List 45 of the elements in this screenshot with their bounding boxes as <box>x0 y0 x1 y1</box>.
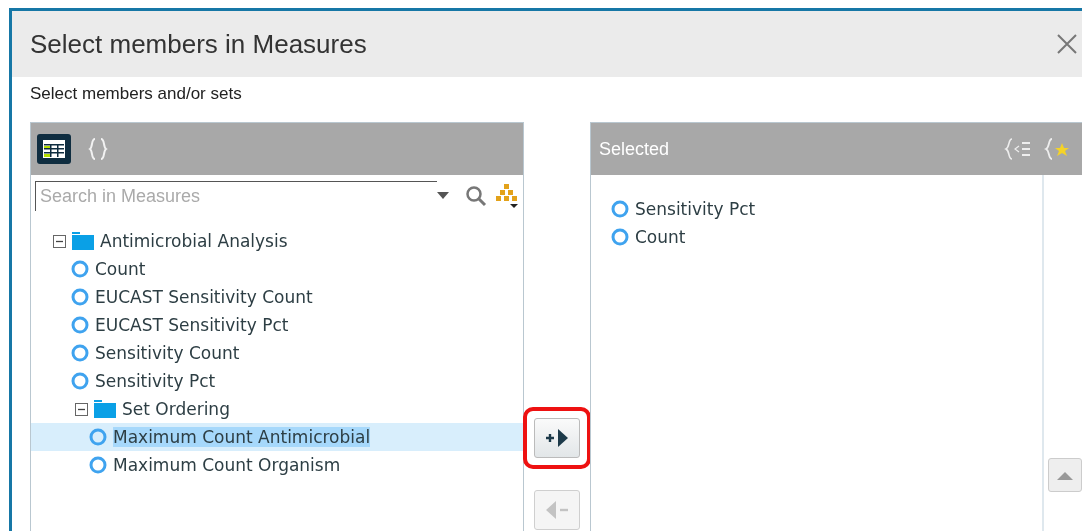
tree-row[interactable]: EUCAST Sensitivity Pct <box>31 311 523 339</box>
search-icon[interactable] <box>465 185 487 207</box>
member-label: EUCAST Sensitivity Pct <box>95 315 289 335</box>
close-icon[interactable] <box>1056 33 1078 55</box>
tree-row[interactable]: Maximum Count Antimicrobial <box>31 423 523 451</box>
instruction-text: Select members and/or sets <box>29 83 243 105</box>
up-triangle-icon <box>1057 470 1073 480</box>
dialog-title: Select members in Measures <box>30 28 367 60</box>
member-label: Count <box>95 259 146 279</box>
tree-row[interactable]: EUCAST Sensitivity Count <box>31 283 523 311</box>
table-icon[interactable] <box>37 134 71 164</box>
circle-icon <box>89 428 107 446</box>
member-label: Sensitivity Pct <box>95 371 216 391</box>
selected-item[interactable]: Count <box>635 227 686 247</box>
tree-folder[interactable]: Set Ordering <box>122 399 230 419</box>
dropdown-icon[interactable] <box>437 192 449 200</box>
member-label: EUCAST Sensitivity Count <box>95 287 313 307</box>
remove-arrow-icon <box>544 500 570 520</box>
tree-row[interactable]: Count <box>31 255 523 283</box>
member-label: Maximum Count Organism <box>113 455 341 475</box>
tree-row[interactable]: Maximum Count Organism <box>31 451 523 479</box>
member-label: Sensitivity Count <box>95 343 240 363</box>
tree-row[interactable]: Sensitivity Count <box>31 339 523 367</box>
collapse-icon[interactable] <box>75 402 88 416</box>
circle-icon <box>611 200 629 218</box>
circle-icon <box>71 316 89 334</box>
circle-icon <box>71 372 89 390</box>
member-label: Maximum Count Antimicrobial <box>113 427 371 447</box>
folder-icon <box>72 232 94 250</box>
add-arrow-icon <box>544 428 570 448</box>
circle-icon <box>611 228 629 246</box>
panel-title: Selected <box>599 138 671 160</box>
selected-item[interactable]: Sensitivity Pct <box>635 199 756 219</box>
folder-icon <box>94 400 116 418</box>
add-button[interactable] <box>534 418 580 458</box>
search-field[interactable]: Search in Measures <box>35 181 437 211</box>
collapse-icon[interactable] <box>53 234 66 248</box>
circle-icon <box>89 456 107 474</box>
tree-row[interactable]: Sensitivity Pct <box>31 367 523 395</box>
circle-icon <box>71 344 89 362</box>
tree-folder[interactable]: Antimicrobial Analysis <box>100 231 288 251</box>
move-up-button[interactable] <box>1048 458 1082 492</box>
hierarchy-icon[interactable] <box>495 183 519 209</box>
circle-icon <box>71 288 89 306</box>
circle-icon <box>71 260 89 278</box>
